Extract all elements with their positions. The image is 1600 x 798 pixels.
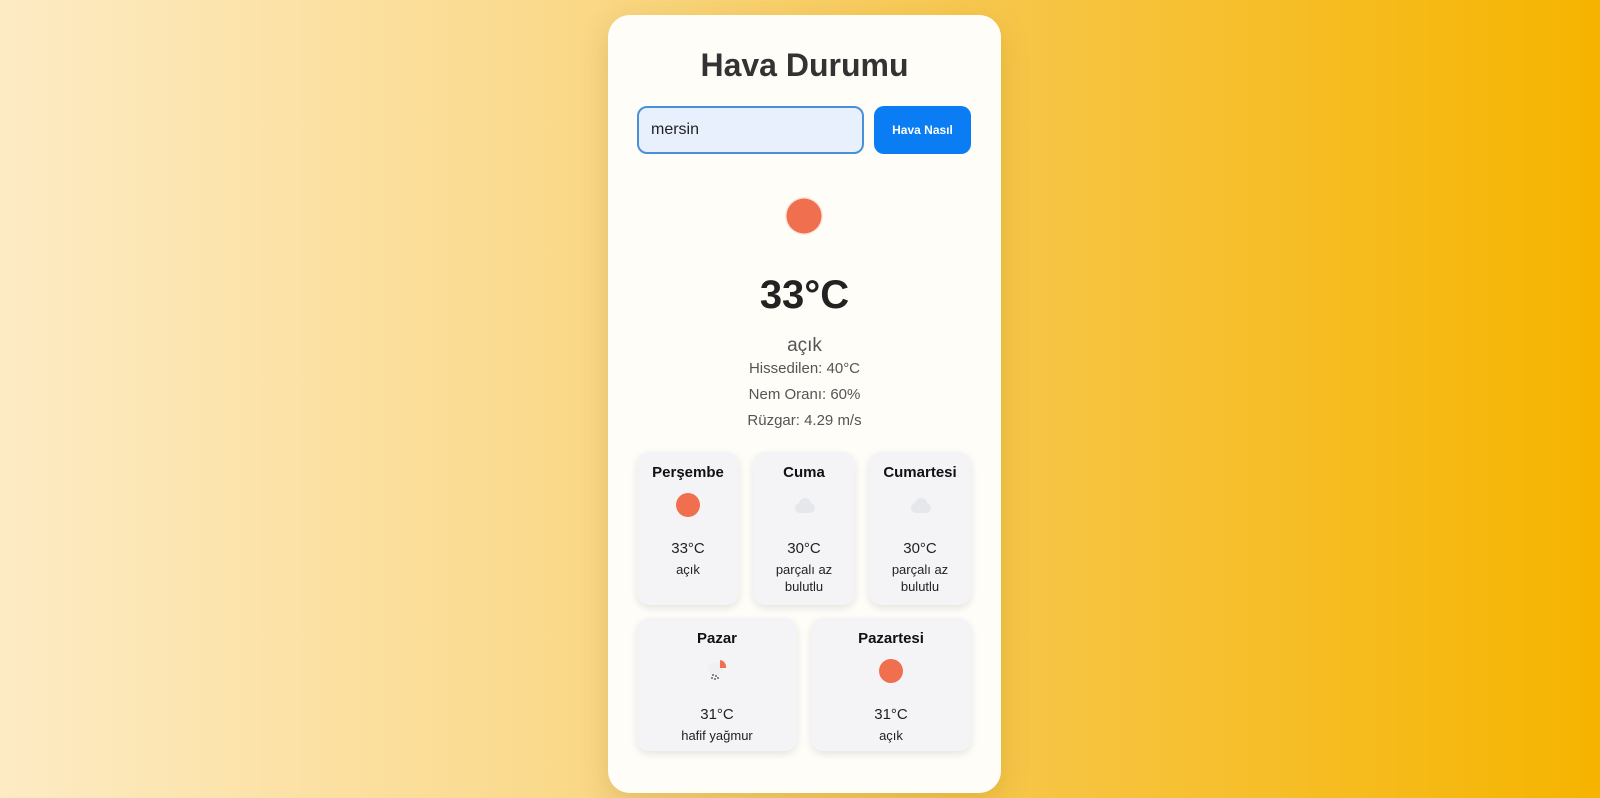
forecast-day: Cumartesi: [883, 464, 957, 481]
forecast-description: açık: [676, 562, 700, 577]
search-row: Hava Nasıl: [637, 106, 971, 154]
forecast-day: Pazar: [696, 630, 738, 647]
cloud-icon: [795, 498, 815, 513]
wind: Rüzgar: 4.29 m/s: [747, 412, 862, 429]
forecast-description: parçalı az bulutlu: [775, 562, 833, 594]
weather-card: Hava Durumu Hava Nasıl 33°C açık Hissedi…: [608, 15, 1001, 793]
forecast-description: açık: [879, 728, 903, 743]
forecast-card: Pazar 31°C hafif yağmur: [637, 618, 797, 751]
forecast-temp: 33°C: [671, 540, 705, 557]
humidity: Nem Oranı: 60%: [748, 386, 861, 403]
forecast-card: Cumartesi 30°C parçalı az bulutlu: [869, 452, 971, 605]
sun-icon: [879, 659, 903, 683]
forecast-card: Perşembe 33°C açık: [637, 452, 739, 605]
forecast-description: parçalı az bulutlu: [891, 562, 949, 594]
forecast-temp: 31°C: [700, 706, 734, 723]
forecast-temp: 30°C: [903, 540, 937, 557]
rain-icon: [708, 660, 727, 680]
forecast-day: Pazartesi: [858, 630, 924, 647]
current-temperature: 33°C: [759, 273, 850, 317]
feels-like: Hissedilen: 40°C: [748, 360, 861, 377]
forecast-temp: 31°C: [874, 706, 908, 723]
forecast-description: hafif yağmur: [681, 728, 753, 743]
forecast-card: Pazartesi 31°C açık: [811, 618, 971, 751]
forecast-card: Cuma 30°C parçalı az bulutlu: [753, 452, 855, 605]
city-input[interactable]: [637, 106, 864, 154]
forecast-day: Perşembe: [652, 464, 724, 481]
search-button[interactable]: Hava Nasıl: [874, 106, 971, 154]
forecast-day: Cuma: [783, 464, 825, 481]
sun-icon: [676, 493, 700, 517]
current-description: açık: [787, 335, 822, 356]
cloud-icon: [911, 498, 931, 513]
forecast-temp: 30°C: [787, 540, 821, 557]
page-title: Hava Durumu: [700, 47, 909, 83]
sun-icon: [785, 197, 823, 235]
